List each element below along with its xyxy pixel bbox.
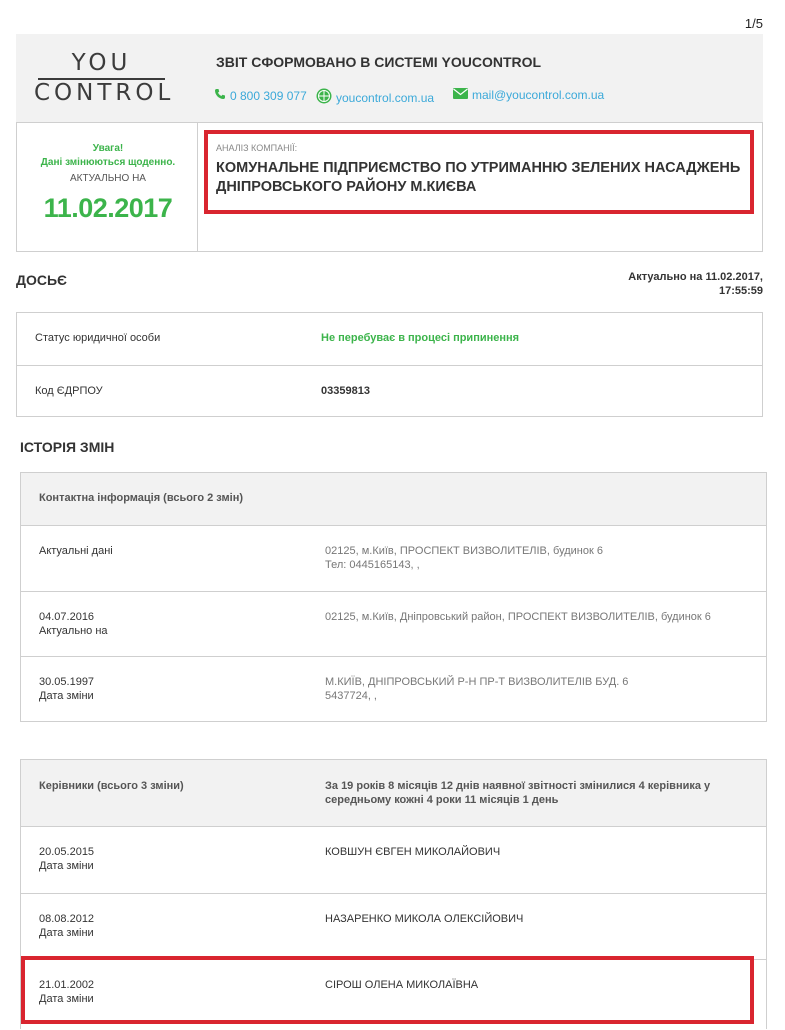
status-value: Не перебуває в процесі припинення bbox=[321, 332, 520, 344]
row-address: 02125, м.Київ, ПРОСПЕКТ ВИЗВОЛИТЕЛІВ, бу… bbox=[325, 545, 603, 557]
table-row: Актуальні дані 02125, м.Київ, ПРОСПЕКТ В… bbox=[21, 526, 766, 591]
website-contact[interactable]: youcontrol.com.ua bbox=[316, 88, 434, 107]
table-header: Контактна інформація (всього 2 змін) bbox=[21, 473, 766, 526]
table-row: 30.05.1997 Дата зміни М.КИЇВ, ДНІПРОВСЬК… bbox=[21, 656, 766, 723]
row-date: Актуальні дані bbox=[39, 545, 113, 557]
website-text: youcontrol.com.ua bbox=[336, 90, 435, 105]
contact-header: Контактна інформація (всього 2 змін) bbox=[39, 492, 243, 504]
dossier-actual-time: 17:55:59 bbox=[718, 285, 763, 297]
row-date: 08.08.2012 bbox=[39, 913, 95, 925]
history-title: ІСТОРІЯ ЗМІН bbox=[20, 439, 115, 455]
page-number: 1/5 bbox=[744, 16, 763, 31]
table-row: Код ЄДРПОУ 03359813 bbox=[17, 365, 762, 418]
leaders-summary-1: За 19 років 8 місяців 12 днів наявної зв… bbox=[325, 780, 711, 792]
update-notice-box: Увага! Дані змінюються щоденно. АКТУАЛЬН… bbox=[16, 122, 198, 252]
row-note: Дата зміни bbox=[39, 860, 94, 872]
dossier-title: ДОСЬЄ bbox=[16, 272, 67, 288]
notice-daily-change: Дані змінюються щоденно. bbox=[40, 157, 176, 168]
table-header: Керівники (всього 3 зміни) За 19 років 8… bbox=[21, 760, 766, 827]
row-date: 04.07.2016 bbox=[39, 611, 95, 623]
table-row: 20.05.2015 Дата зміни КОВШУН ЄВГЕН МИКОЛ… bbox=[21, 827, 766, 893]
company-name: КОМУНАЛЬНЕ ПІДПРИЄМСТВО ПО УТРИМАННЮ ЗЕЛ… bbox=[216, 160, 741, 195]
table-row: Статус юридичної особи Не перебуває в пр… bbox=[17, 313, 762, 365]
company-analysis-label: АНАЛІЗ КОМПАНІЇ: bbox=[216, 143, 298, 153]
logo-line-2: CONTROL bbox=[34, 80, 175, 106]
dossier-actual-timestamp: Актуально на 11.02.2017, 17:55:59 bbox=[628, 270, 763, 298]
phone-icon bbox=[214, 88, 226, 103]
table-row: 08.08.2012 Дата зміни НАЗАРЕНКО МИКОЛА О… bbox=[21, 893, 766, 960]
envelope-icon bbox=[453, 88, 468, 102]
contact-history-table: Контактна інформація (всього 2 змін) Акт… bbox=[20, 472, 767, 722]
table-row: 04.07.2016 Актуально на 02125, м.Київ, Д… bbox=[21, 591, 766, 657]
leaders-header: Керівники (всього 3 зміни) bbox=[39, 780, 184, 792]
email-text: mail@youcontrol.com.ua bbox=[472, 88, 605, 102]
dossier-table: Статус юридичної особи Не перебуває в пр… bbox=[16, 312, 763, 417]
edrpou-label: Код ЄДРПОУ bbox=[35, 385, 103, 397]
row-date: 30.05.1997 bbox=[39, 676, 95, 688]
row-date: 20.05.2015 bbox=[39, 846, 95, 858]
header-title: ЗВІТ СФОРМОВАНО В СИСТЕМІ YOUCONTROL bbox=[216, 54, 542, 70]
globe-icon bbox=[316, 88, 332, 107]
row-phone: 5437724, , bbox=[325, 690, 377, 702]
actual-date: 11.02.2017 bbox=[43, 193, 173, 223]
report-header: YOU CONTROL ЗВІТ СФОРМОВАНО В СИСТЕМІ YO… bbox=[16, 34, 763, 122]
logo-line-1: YOU bbox=[71, 50, 132, 76]
email-contact[interactable]: mail@youcontrol.com.ua bbox=[453, 88, 604, 102]
status-label: Статус юридичної особи bbox=[35, 332, 161, 344]
phone-text: 0 800 309 077 bbox=[230, 88, 307, 103]
notice-warning: Увага! bbox=[92, 143, 124, 154]
row-note: Дата зміни bbox=[39, 690, 94, 702]
leaders-summary-2: середньому кожні 4 роки 11 місяців 1 ден… bbox=[325, 794, 559, 806]
row-address: 02125, м.Київ, Дніпровський район, ПРОСП… bbox=[325, 611, 711, 623]
notice-actual-label: АКТУАЛЬНО НА bbox=[70, 173, 146, 184]
dossier-actual-date: Актуально на 11.02.2017, bbox=[628, 271, 763, 283]
row-address: М.КИЇВ, ДНІПРОВСЬКИЙ Р-Н ПР-Т ВИЗВОЛИТЕЛ… bbox=[325, 676, 629, 688]
row-note: Актуально на bbox=[39, 625, 108, 637]
leader-highlight-frame bbox=[21, 956, 754, 1024]
row-phone: Тел: 0445165143, , bbox=[325, 559, 420, 571]
youcontrol-logo: YOU CONTROL bbox=[34, 50, 175, 106]
edrpou-value: 03359813 bbox=[321, 385, 370, 397]
leader-name: НАЗАРЕНКО МИКОЛА ОЛЕКСІЙОВИЧ bbox=[325, 913, 524, 925]
leader-name: КОВШУН ЄВГЕН МИКОЛАЙОВИЧ bbox=[325, 846, 501, 858]
phone-contact[interactable]: 0 800 309 077 bbox=[214, 88, 307, 103]
row-note: Дата зміни bbox=[39, 927, 94, 939]
